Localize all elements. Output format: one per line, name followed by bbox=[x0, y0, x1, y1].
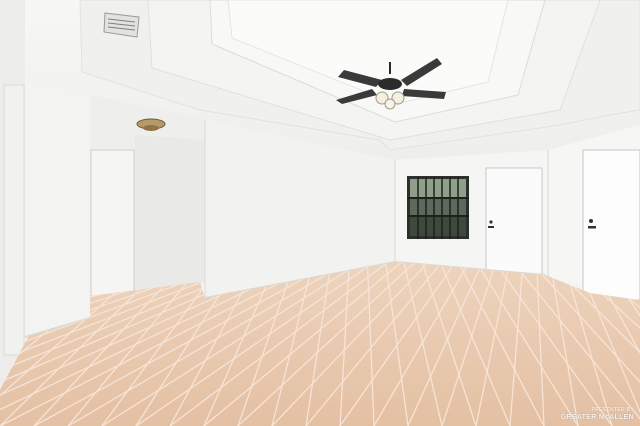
hallway-door bbox=[90, 149, 135, 297]
barred-window bbox=[407, 176, 469, 239]
room-illustration bbox=[0, 0, 640, 426]
listing-watermark: PRESENTED BY GREATER McALLEN bbox=[561, 406, 634, 422]
front-wall-column bbox=[25, 80, 90, 337]
watermark-line2: GREATER McALLEN bbox=[560, 414, 634, 421]
front-door bbox=[582, 149, 640, 301]
watermark-line1: PRESENTED BY bbox=[591, 407, 634, 413]
back-door bbox=[485, 167, 543, 275]
hallway-back-wall bbox=[135, 135, 205, 290]
empty-room-photo: PRESENTED BY GREATER McALLEN bbox=[0, 0, 640, 426]
left-door-frame bbox=[3, 84, 25, 356]
